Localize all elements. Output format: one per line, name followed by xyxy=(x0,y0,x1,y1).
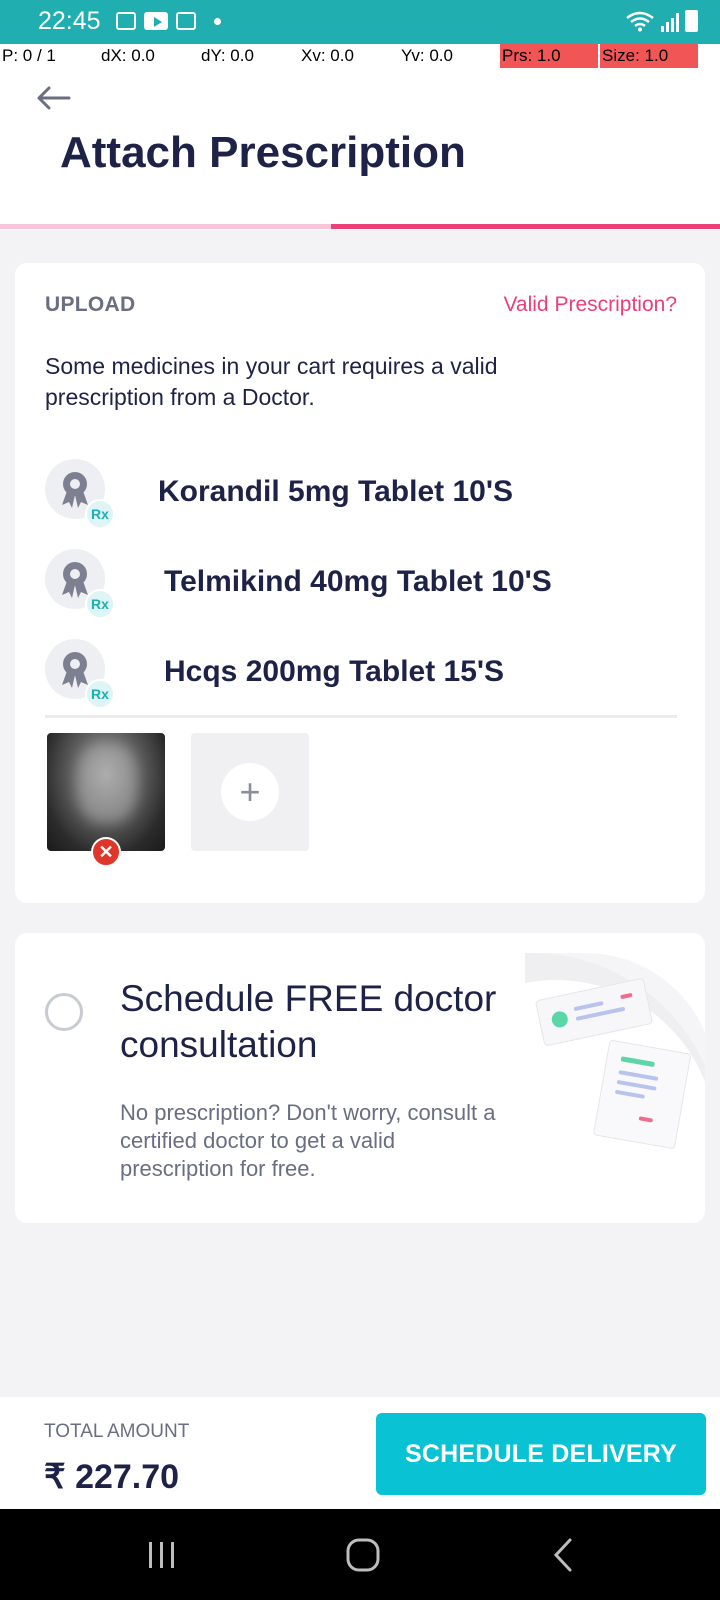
status-bar: 22:45 xyxy=(0,0,720,44)
recent-apps-icon xyxy=(149,1542,174,1568)
arrow-left-icon xyxy=(37,86,71,110)
back-button[interactable] xyxy=(28,78,78,118)
youtube-icon xyxy=(144,12,168,30)
medicine-name: Telmikind 40mg Tablet 10'S xyxy=(164,565,552,598)
consultation-title: Schedule FREE doctor consultation xyxy=(120,978,497,1065)
battery-icon xyxy=(685,10,698,32)
divider xyxy=(45,715,677,718)
add-prescription-button[interactable]: + xyxy=(191,733,309,851)
upload-description: Some medicines in your cart requires a v… xyxy=(45,353,498,410)
debug-prs: Prs: 1.0 xyxy=(502,46,561,65)
checkout-bar: TOTAL AMOUNT ₹ 227.70 SCHEDULE DELIVERY xyxy=(0,1397,720,1509)
medicine-list: Rx Korandil 5mg Tablet 10'S Rx Telmikind… xyxy=(45,459,677,729)
prescription-medal-icon: Rx xyxy=(45,639,115,709)
system-back-button[interactable] xyxy=(534,1535,594,1575)
step-progress-bar xyxy=(0,224,720,229)
system-navigation-bar xyxy=(0,1509,720,1600)
medicine-item: Rx Telmikind 40mg Tablet 10'S xyxy=(45,549,677,639)
home-button[interactable] xyxy=(333,1535,393,1575)
page-header: Attach Prescription xyxy=(0,70,720,230)
system-icons xyxy=(625,10,698,32)
debug-pointer: P: 0 / 1 xyxy=(2,46,56,65)
prescription-medal-icon: Rx xyxy=(45,459,115,529)
calendar-icon xyxy=(116,12,136,30)
debug-xv: Xv: 0.0 xyxy=(301,46,354,65)
medicine-name: Korandil 5mg Tablet 10'S xyxy=(158,475,513,508)
valid-prescription-link[interactable]: Valid Prescription? xyxy=(503,293,677,317)
chevron-left-icon xyxy=(553,1538,572,1572)
total-amount-value: ₹ 227.70 xyxy=(44,1458,180,1496)
notification-icons xyxy=(116,12,221,30)
consultation-radio[interactable] xyxy=(45,993,83,1031)
schedule-delivery-button[interactable]: SCHEDULE DELIVERY xyxy=(376,1413,706,1495)
signal-icon xyxy=(661,12,679,32)
wifi-icon xyxy=(626,11,654,32)
debug-dx: dX: 0.0 xyxy=(101,46,155,65)
debug-size: Size: 1.0 xyxy=(602,46,669,65)
home-icon xyxy=(346,1538,380,1572)
prescription-illustration-icon xyxy=(525,953,705,1149)
rx-badge: Rx xyxy=(85,499,115,529)
rx-badge: Rx xyxy=(85,589,115,619)
recent-apps-button[interactable] xyxy=(132,1535,192,1575)
status-time: 22:45 xyxy=(38,7,101,35)
remove-image-button[interactable]: ✕ xyxy=(91,837,121,867)
step-progress-fill xyxy=(331,224,720,229)
calendar-icon xyxy=(176,12,196,30)
consultation-description: No prescription? Don't worry, consult a … xyxy=(120,1100,496,1181)
plus-icon: + xyxy=(221,763,279,821)
page-title: Attach Prescription xyxy=(60,128,466,177)
medicine-name: Hcqs 200mg Tablet 15'S xyxy=(164,655,505,688)
debug-dy: dY: 0.0 xyxy=(201,46,254,65)
debug-yv: Yv: 0.0 xyxy=(401,46,453,65)
doctor-consultation-card[interactable]: Schedule FREE doctor consultation No pre… xyxy=(15,933,705,1223)
rx-badge: Rx xyxy=(85,679,115,709)
total-amount-label: TOTAL AMOUNT xyxy=(44,1421,190,1442)
upload-label: UPLOAD xyxy=(45,293,136,316)
prescription-image-thumbnail[interactable] xyxy=(47,733,165,851)
medicine-item: Rx Korandil 5mg Tablet 10'S xyxy=(45,459,677,549)
more-notifications-icon xyxy=(214,17,221,25)
prescription-medal-icon: Rx xyxy=(45,549,115,619)
upload-card: UPLOAD Valid Prescription? Some medicine… xyxy=(15,263,705,903)
pointer-debug-bar: P: 0 / 1 dX: 0.0 dY: 0.0 Xv: 0.0 Yv: 0.0… xyxy=(0,44,720,70)
